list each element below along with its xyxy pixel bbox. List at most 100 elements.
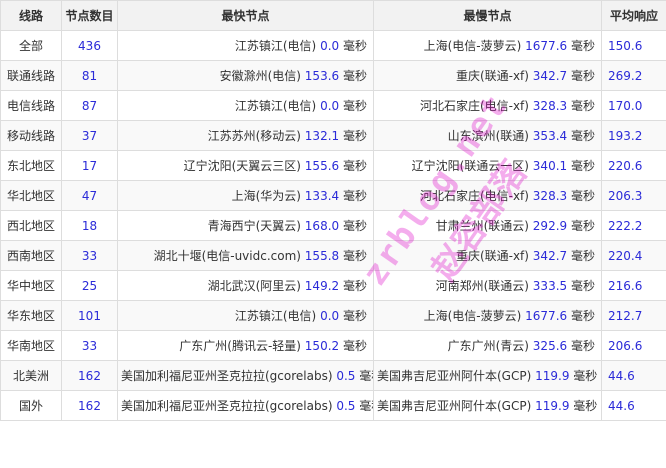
fastest-node-value: 0.5	[336, 369, 355, 383]
node-count: 33	[82, 249, 97, 263]
avg-response-value: 269.2	[608, 69, 642, 83]
table-row: 华南地区 33广东广州(腾讯云-轻量) 150.2 毫秒广东广州(青云) 325.…	[1, 331, 666, 361]
cell-avg: 216.6	[602, 271, 666, 301]
node-count: 25	[82, 279, 97, 293]
avg-response-value: 220.6	[608, 159, 642, 173]
fastest-node-value: 132.1	[305, 129, 339, 143]
unit-label: 毫秒	[343, 159, 367, 173]
line-name: 华北地区	[7, 189, 55, 203]
slowest-node-value: 292.9	[533, 219, 567, 233]
cell-count: 33	[62, 331, 118, 361]
fastest-node-value: 149.2	[305, 279, 339, 293]
node-count: 37	[82, 129, 97, 143]
unit-label: 毫秒	[573, 399, 597, 413]
cell-fastest: 广东广州(腾讯云-轻量) 150.2 毫秒	[118, 331, 374, 361]
avg-response-value: 222.2	[608, 219, 642, 233]
unit-label: 毫秒	[571, 69, 595, 83]
cell-fastest: 湖北十堰(电信-uvidc.com) 155.8 毫秒	[118, 241, 374, 271]
line-name: 移动线路	[7, 129, 55, 143]
cell-line: 联通线路	[1, 61, 62, 91]
unit-label: 毫秒	[571, 339, 595, 353]
slowest-node-name: 甘肃兰州(联通云)	[436, 219, 529, 233]
slowest-node-value: 333.5	[533, 279, 567, 293]
cell-avg: 212.7	[602, 301, 666, 331]
unit-label: 毫秒	[343, 249, 367, 263]
node-count: 18	[82, 219, 97, 233]
cell-fastest: 青海西宁(天翼云) 168.0 毫秒	[118, 211, 374, 241]
cell-slowest: 重庆(联通-xf) 342.7 毫秒	[374, 241, 602, 271]
cell-fastest: 江苏镇江(电信) 0.0 毫秒	[118, 91, 374, 121]
table-row: 华北地区47上海(华为云) 133.4 毫秒河北石家庄(电信-xf) 328.3…	[1, 181, 666, 211]
cell-slowest: 广东广州(青云) 325.6 毫秒	[374, 331, 602, 361]
cell-line: 北美洲	[1, 361, 62, 391]
cell-avg: 220.6	[602, 151, 666, 181]
fastest-node-value: 155.6	[305, 159, 339, 173]
cell-count: 162	[62, 391, 118, 421]
fastest-node-value: 155.8	[305, 249, 339, 263]
unit-label: 毫秒	[571, 219, 595, 233]
node-count: 87	[82, 99, 97, 113]
table-row: 华中地区25湖北武汉(阿里云) 149.2 毫秒河南郑州(联通云) 333.5 …	[1, 271, 666, 301]
slowest-node-value: 328.3	[533, 189, 567, 203]
unit-label: 毫秒	[571, 249, 595, 263]
line-name: 华南地区	[7, 339, 55, 353]
cell-slowest: 辽宁沈阳(联通云一区) 340.1 毫秒	[374, 151, 602, 181]
avg-response-value: 206.6	[608, 339, 642, 353]
unit-label: 毫秒	[343, 99, 367, 113]
fastest-node-name: 青海西宁(天翼云)	[208, 219, 301, 233]
avg-response-value: 44.6	[608, 399, 635, 413]
cell-slowest: 重庆(联通-xf) 342.7 毫秒	[374, 61, 602, 91]
slowest-node-value: 342.7	[533, 69, 567, 83]
fastest-node-value: 153.6	[305, 69, 339, 83]
cell-slowest: 河北石家庄(电信-xf) 328.3 毫秒	[374, 91, 602, 121]
table-header-row: 线路 节点数目 最快节点 最慢节点 平均响应	[1, 1, 666, 31]
cell-fastest: 辽宁沈阳(天翼云三区) 155.6 毫秒	[118, 151, 374, 181]
cell-line: 电信线路	[1, 91, 62, 121]
cell-count: 47	[62, 181, 118, 211]
cell-slowest: 上海(电信-菠萝云) 1677.6 毫秒	[374, 31, 602, 61]
avg-response-value: 150.6	[608, 39, 642, 53]
unit-label: 毫秒	[571, 279, 595, 293]
cell-line: 移动线路	[1, 121, 62, 151]
unit-label: 毫秒	[343, 309, 367, 323]
cell-count: 25	[62, 271, 118, 301]
table-row: 北美洲162美国加利福尼亚州圣克拉拉(gcorelabs) 0.5 毫秒美国弗吉…	[1, 361, 666, 391]
cell-avg: 170.0	[602, 91, 666, 121]
node-count: 162	[78, 369, 101, 383]
cell-count: 436	[62, 31, 118, 61]
unit-label: 毫秒	[343, 69, 367, 83]
cell-line: 全部	[1, 31, 62, 61]
fastest-node-name: 美国加利福尼亚州圣克拉拉(gcorelabs)	[121, 369, 333, 383]
fastest-node-value: 168.0	[305, 219, 339, 233]
fastest-node-value: 0.0	[320, 309, 339, 323]
cell-line: 东北地区	[1, 151, 62, 181]
fastest-node-name: 湖北武汉(阿里云)	[208, 279, 301, 293]
slowest-node-name: 上海(电信-菠萝云)	[424, 309, 522, 323]
node-count: 101	[78, 309, 101, 323]
cell-avg: 206.6	[602, 331, 666, 361]
avg-response-value: 206.3	[608, 189, 642, 203]
unit-label: 毫秒	[571, 309, 595, 323]
slowest-node-value: 1677.6	[525, 39, 567, 53]
fastest-node-name: 湖北十堰(电信-uvidc.com)	[154, 249, 301, 263]
line-name: 华中地区	[7, 279, 55, 293]
node-count: 436	[78, 39, 101, 53]
cell-avg: 269.2	[602, 61, 666, 91]
table-row: 联通线路81安徽滁州(电信) 153.6 毫秒重庆(联通-xf) 342.7 毫…	[1, 61, 666, 91]
cell-fastest: 江苏镇江(电信) 0.0 毫秒	[118, 301, 374, 331]
line-name: 东北地区	[7, 159, 55, 173]
line-name: 全部	[19, 39, 43, 53]
fastest-node-value: 133.4	[305, 189, 339, 203]
fastest-node-name: 江苏苏州(移动云)	[208, 129, 301, 143]
cell-line: 西南地区	[1, 241, 62, 271]
cell-line: 华东地区	[1, 301, 62, 331]
avg-response-value: 216.6	[608, 279, 642, 293]
cell-slowest: 美国弗吉尼亚州阿什本(GCP) 119.9 毫秒	[374, 391, 602, 421]
cell-count: 33	[62, 241, 118, 271]
avg-response-value: 44.6	[608, 369, 635, 383]
node-count: 162	[78, 399, 101, 413]
node-count: 47	[82, 189, 97, 203]
table-row: 西北地区18青海西宁(天翼云) 168.0 毫秒甘肃兰州(联通云) 292.9 …	[1, 211, 666, 241]
slowest-node-name: 河北石家庄(电信-xf)	[420, 189, 529, 203]
cell-line: 华南地区	[1, 331, 62, 361]
